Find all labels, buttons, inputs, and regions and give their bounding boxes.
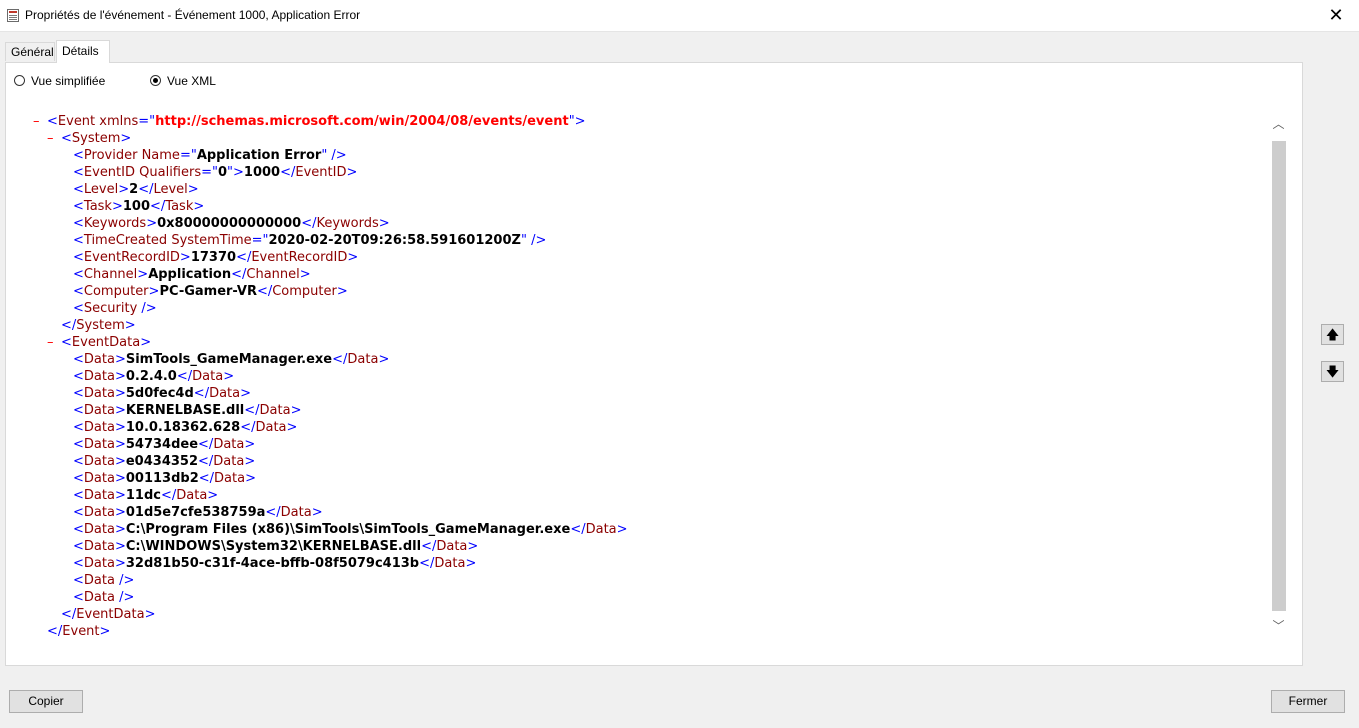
xml-line-eventdata-open: – <EventData> [47, 334, 152, 351]
tab-general[interactable]: Général [5, 42, 55, 61]
xml-line-data: <Data>C:\WINDOWS\System32\KERNELBASE.dll… [73, 539, 479, 554]
radio-xml-view[interactable]: Vue XML [150, 73, 216, 91]
xml-line-data: <Data>00113db2</Data> [73, 471, 256, 486]
xml-line-eventdata-close: </EventData> [61, 607, 156, 622]
event-viewer-app-icon [7, 9, 19, 22]
radio-xml-label: Vue XML [167, 73, 216, 88]
collapse-eventdata-toggle[interactable]: – [47, 334, 61, 351]
xml-line-data: <Data>0.2.4.0</Data> [73, 369, 235, 384]
xml-line-data: <Data>10.0.18362.628</Data> [73, 420, 298, 435]
scroll-down-icon[interactable]: ﹀ [1269, 617, 1288, 635]
xml-line-security: <Security /> [73, 301, 157, 316]
window-title: Propriétés de l'événement - Événement 10… [25, 8, 361, 22]
xml-line-data-empty: <Data /> [73, 573, 135, 588]
next-event-button[interactable]: 🡇 [1321, 361, 1344, 382]
xml-line-data: <Data>e0434352</Data> [73, 454, 256, 469]
xml-line-data: <Data>KERNELBASE.dll</Data> [73, 403, 302, 418]
xml-line-keywords: <Keywords>0x80000000000000</Keywords> [73, 216, 390, 231]
xml-line-provider: <Provider Name="Application Error" /> [73, 148, 347, 163]
eventdata-list: <Data>SimTools_GameManager.exe</Data> <Da… [23, 351, 1269, 606]
xml-line-event-close: </Event> [47, 624, 111, 639]
xml-line-data: <Data>32d81b50-c31f-4ace-bffb-08f5079c41… [73, 556, 477, 571]
xml-line-timecreated: <TimeCreated SystemTime="2020-02-20T09:2… [73, 233, 547, 248]
radio-xml-circle[interactable] [150, 75, 161, 87]
xml-line-channel: <Channel>Application</Channel> [73, 267, 311, 282]
scroll-up-icon[interactable]: ︿ [1269, 115, 1288, 133]
xml-scrollbar[interactable]: ︿ ﹀ [1269, 115, 1288, 637]
xml-line-eventid: <EventID Qualifiers="0">1000</EventID> [73, 165, 358, 180]
tab-details[interactable]: Détails [56, 40, 110, 63]
xml-line-data: <Data>11dc</Data> [73, 488, 219, 503]
xml-line-event-open: – <Event xmlns="http://schemas.microsoft.… [33, 113, 586, 130]
radio-simplified-label: Vue simplifiée [31, 73, 106, 88]
xml-line-data: <Data>5d0fec4d</Data> [73, 386, 252, 401]
xml-line-data-empty: <Data /> [73, 590, 135, 605]
close-button[interactable]: Fermer [1271, 690, 1345, 713]
xml-line-data: <Data>SimTools_GameManager.exe</Data> [73, 352, 390, 367]
xml-line-data: <Data>01d5e7cfe538759a</Data> [73, 505, 323, 520]
xml-line-data: <Data>54734dee</Data> [73, 437, 256, 452]
arrow-down-icon: 🡇 [1325, 364, 1340, 379]
xml-line-system-open: – <System> [47, 130, 132, 147]
xml-line-data: <Data>C:\Program Files (x86)\SimTools\Si… [73, 522, 628, 537]
collapse-event-toggle[interactable]: – [33, 113, 47, 130]
xml-line-level: <Level>2</Level> [73, 182, 199, 197]
xml-line-task: <Task>100</Task> [73, 199, 205, 214]
previous-event-button[interactable]: 🡅 [1321, 324, 1344, 345]
xml-content: – <Event xmlns="http://schemas.microsoft.… [23, 113, 1269, 640]
xml-line-eventrecordid: <EventRecordID>17370</EventRecordID> [73, 250, 359, 265]
scroll-thumb[interactable] [1272, 141, 1286, 611]
radio-simplified-view[interactable]: Vue simplifiée [14, 73, 105, 91]
xml-view-pane[interactable]: – <Event xmlns="http://schemas.microsoft.… [23, 103, 1269, 649]
radio-simplified-circle[interactable] [14, 75, 25, 87]
xml-line-computer: <Computer>PC-Gamer-VR</Computer> [73, 284, 348, 299]
copy-button[interactable]: Copier [9, 690, 83, 713]
collapse-system-toggle[interactable]: – [47, 130, 61, 147]
arrow-up-icon: 🡅 [1325, 327, 1340, 342]
title-bar: Propriétés de l'événement - Événement 10… [0, 0, 1359, 32]
window-close-button[interactable]: ✕ [1313, 0, 1359, 31]
xml-line-system-close: </System> [61, 318, 136, 333]
